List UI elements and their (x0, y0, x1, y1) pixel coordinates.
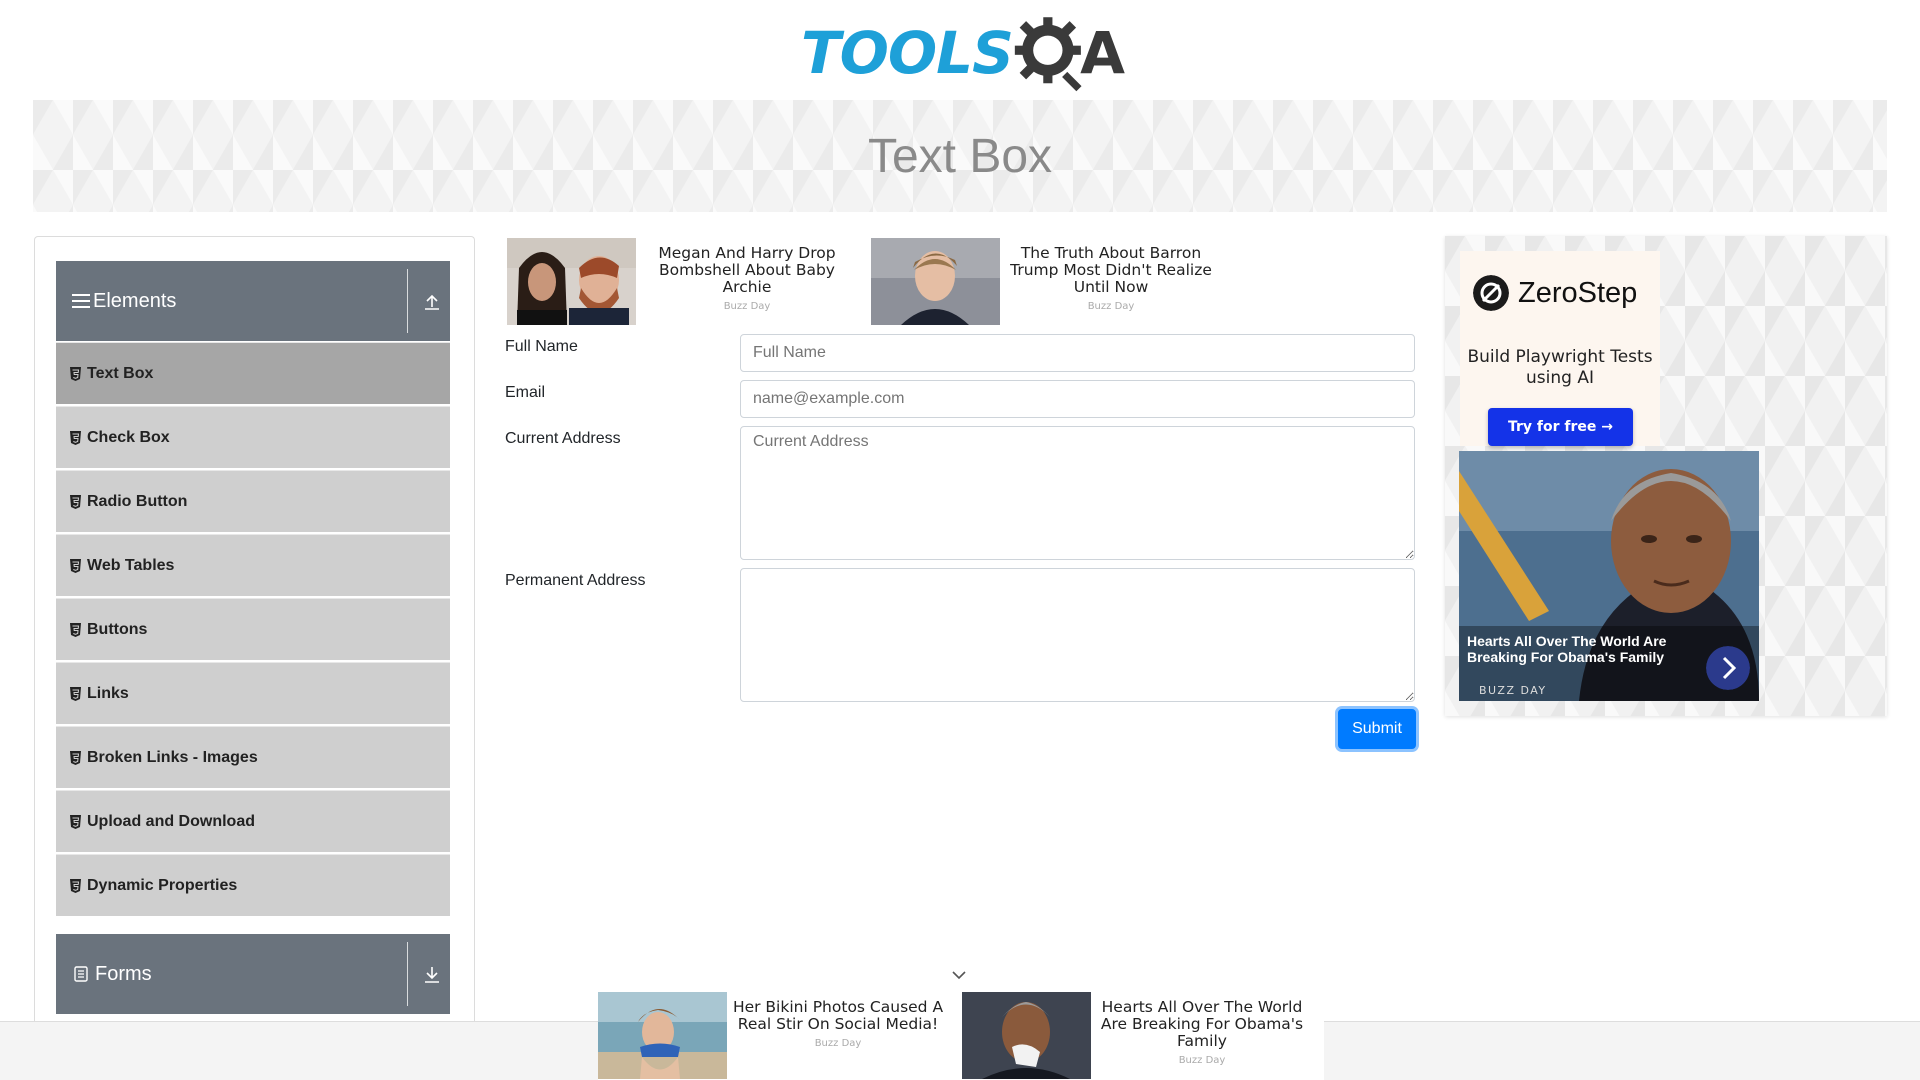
hamburger-icon (72, 294, 90, 308)
ad-source: Buzz Day (723, 301, 771, 312)
sidebar-item-links[interactable]: Links (56, 662, 450, 724)
bottom-ads-container: Her Bikini Photos Caused A Real Stir On … (598, 992, 1324, 1080)
zerostep-logo-icon (1473, 275, 1509, 311)
ad-megan-harry[interactable]: Megan And Harry Drop Bombshell About Bab… (507, 238, 858, 325)
submit-button[interactable]: Submit (1338, 709, 1416, 749)
elements-group-header[interactable]: Elements (56, 261, 450, 341)
elements-menu: Text Box Check Box Radio Button Web Tabl… (56, 342, 450, 918)
page-title: Text Box (867, 129, 1053, 183)
ad-title: Hearts All Over The World Are Breaking F… (1100, 998, 1304, 1050)
expand-down-icon[interactable] (423, 964, 441, 984)
html5-icon (70, 558, 81, 573)
sidebar-item-web-tables[interactable]: Web Tables (56, 534, 450, 596)
sidebar-item-label: Text Box (87, 364, 154, 382)
obama-story-source: BUZZ DAY (1479, 684, 1547, 697)
full-name-input[interactable] (740, 334, 1415, 372)
full-name-label: Full Name (505, 338, 578, 355)
sidebar-item-label: Web Tables (87, 556, 175, 574)
form-icon (74, 966, 88, 982)
site-logo[interactable]: TOOLS A (801, 15, 1125, 92)
sidebar-item-label: Links (87, 684, 129, 702)
chevron-down-icon[interactable] (951, 968, 967, 982)
gear-magnifier-icon (1014, 17, 1082, 92)
sidebar-item-label: Upload and Download (87, 812, 255, 830)
html5-icon (70, 814, 81, 829)
email-input[interactable] (740, 380, 1415, 418)
sidebar-item-broken-links[interactable]: Broken Links - Images (56, 726, 450, 788)
sidebar-item-radio-button[interactable]: Radio Button (56, 470, 450, 532)
html5-icon (70, 878, 81, 893)
logo-text-tools: TOOLS (801, 19, 1014, 87)
html5-icon (70, 750, 81, 765)
sidebar-item-label: Dynamic Properties (87, 876, 238, 894)
current-address-label: Current Address (505, 430, 621, 447)
ad-thumbnail-image (962, 992, 1091, 1079)
ad-thumbnail-image (871, 238, 1000, 325)
current-address-textarea[interactable] (740, 426, 1415, 560)
obama-story-title: Hearts All Over The World Are Breaking F… (1467, 633, 1667, 665)
obama-story-ad[interactable]: Hearts All Over The World Are Breaking F… (1459, 451, 1759, 701)
zerostep-tagline: Build Playwright Tests using AI (1467, 347, 1653, 388)
ad-source: Buzz Day (1178, 1055, 1226, 1066)
sidebar-item-check-box[interactable]: Check Box (56, 406, 450, 468)
ad-thumbnail-image (598, 992, 727, 1079)
forms-group-header[interactable]: Forms (56, 934, 450, 1014)
elements-group-label: Elements (93, 289, 177, 312)
html5-icon (70, 622, 81, 637)
html5-icon (70, 494, 81, 509)
sidebar-item-label: Check Box (87, 428, 170, 446)
header-divider (407, 942, 408, 1006)
sidebar-item-label: Buttons (87, 620, 148, 638)
sidebar: Elements Text Box Check Box Radio Button… (34, 236, 475, 1080)
chevron-right-icon[interactable] (1706, 646, 1750, 690)
ad-source: Buzz Day (1087, 301, 1135, 312)
sidebar-item-upload-download[interactable]: Upload and Download (56, 790, 450, 852)
sidebar-item-label: Radio Button (87, 492, 188, 510)
try-for-free-button[interactable]: Try for free → (1488, 408, 1633, 446)
email-label: Email (505, 384, 546, 401)
permanent-address-label: Permanent Address (505, 572, 646, 589)
ad-title: The Truth About Barron Trump Most Didn't… (1010, 244, 1212, 296)
right-ad-panel: ZeroStep Build Playwright Tests using AI… (1445, 236, 1887, 716)
html5-icon (70, 430, 81, 445)
html5-icon (70, 366, 81, 381)
ad-barron-trump[interactable]: The Truth About Barron Trump Most Didn't… (871, 238, 1222, 325)
collapse-up-icon[interactable] (423, 291, 441, 311)
ad-thumbnail-image (507, 238, 636, 325)
ad-source: Buzz Day (814, 1038, 862, 1049)
ad-title: Megan And Harry Drop Bombshell About Bab… (658, 244, 836, 296)
ad-bikini-photos[interactable]: Her Bikini Photos Caused A Real Stir On … (598, 992, 949, 1079)
forms-group-label: Forms (95, 962, 152, 985)
permanent-address-textarea[interactable] (740, 568, 1415, 702)
sidebar-item-dynamic-properties[interactable]: Dynamic Properties (56, 854, 450, 916)
html5-icon (70, 686, 81, 701)
sidebar-item-label: Broken Links - Images (87, 748, 258, 766)
header-divider (407, 269, 408, 333)
sidebar-item-buttons[interactable]: Buttons (56, 598, 450, 660)
zerostep-ad[interactable]: ZeroStep Build Playwright Tests using AI… (1460, 251, 1660, 446)
ad-obama-family[interactable]: Hearts All Over The World Are Breaking F… (962, 992, 1313, 1079)
zerostep-brand: ZeroStep (1518, 276, 1638, 309)
ad-title: Her Bikini Photos Caused A Real Stir On … (732, 998, 944, 1033)
sidebar-item-text-box[interactable]: Text Box (56, 342, 450, 404)
page-banner: Text Box (33, 100, 1887, 212)
